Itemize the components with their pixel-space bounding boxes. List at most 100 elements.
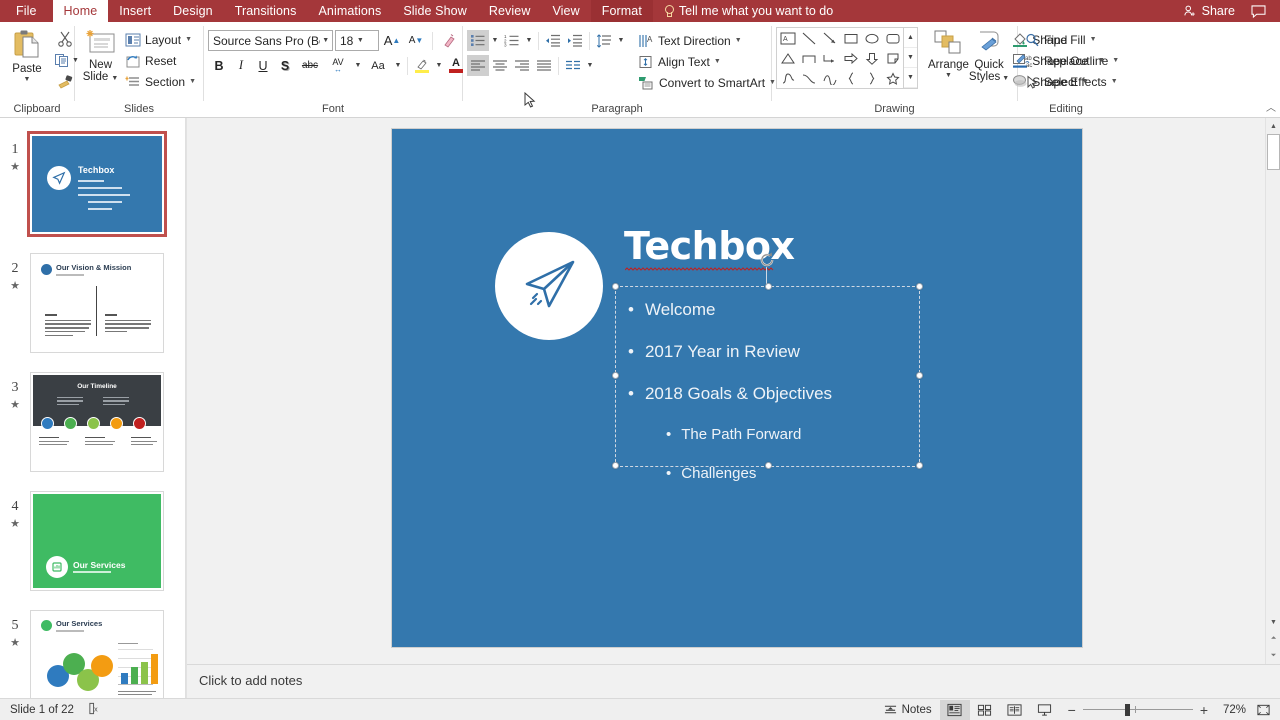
align-center-button[interactable]	[489, 55, 511, 76]
layout-button[interactable]: Layout ▼	[122, 29, 199, 50]
section-button[interactable]: Section ▼	[122, 71, 199, 92]
notes-toggle-button[interactable]: Notes	[876, 703, 940, 716]
shape-scribble[interactable]	[777, 68, 798, 88]
select-arrow[interactable]: ▼	[1081, 78, 1088, 85]
clear-formatting-button[interactable]	[438, 30, 460, 51]
align-left-button[interactable]	[467, 55, 489, 76]
thumbnail-slide-4[interactable]: 4 ★ Our Services	[0, 491, 185, 591]
next-slide-button[interactable]: ⏷	[1266, 648, 1280, 664]
font-size-combo[interactable]: 18 ▼	[335, 30, 379, 51]
fit-to-window-button[interactable]	[1252, 700, 1274, 720]
bullets-dropdown-arrow[interactable]: ▼	[489, 30, 501, 51]
zoom-slider-track[interactable]	[1082, 703, 1193, 716]
tab-transitions[interactable]: Transitions	[224, 0, 308, 22]
numbering-button[interactable]: 1 2 3	[501, 30, 523, 51]
tab-review[interactable]: Review	[478, 0, 542, 22]
new-slide-button[interactable]: New Slide ▼	[79, 25, 122, 83]
slide-scroll-down[interactable]: ▼	[1266, 614, 1280, 630]
shape-right-brace[interactable]	[861, 68, 882, 88]
text-highlight-button[interactable]	[411, 55, 433, 76]
shape-down-arrow[interactable]	[861, 48, 882, 68]
cut-button[interactable]	[55, 29, 75, 49]
rotation-handle[interactable]	[758, 251, 776, 269]
section-dropdown-arrow[interactable]: ▼	[189, 78, 196, 85]
thumbnail-frame-1[interactable]: Techbox	[27, 131, 167, 237]
resize-handle-bottom-left[interactable]	[612, 462, 619, 469]
align-text-button[interactable]: Align Text ▼	[635, 51, 779, 72]
resize-handle-middle-left[interactable]	[612, 372, 619, 379]
font-name-combo[interactable]: Source Sans Pro (Bod ▼	[208, 30, 333, 51]
thumbnail-frame-5[interactable]: Our Services	[30, 610, 164, 698]
format-painter-button[interactable]	[55, 71, 75, 91]
strikethrough-button[interactable]: abc	[296, 55, 324, 76]
tab-slide-show[interactable]: Slide Show	[392, 0, 478, 22]
reset-button[interactable]: Reset	[122, 50, 199, 71]
shape-rectangle[interactable]	[840, 28, 861, 48]
columns-button[interactable]	[562, 55, 584, 76]
slide-counter[interactable]: Slide 1 of 22	[10, 704, 74, 716]
numbering-dropdown-arrow[interactable]: ▼	[523, 30, 535, 51]
shape-freeform[interactable]	[819, 68, 840, 88]
change-case-button[interactable]: Aa	[364, 55, 392, 76]
accessibility-icon[interactable]: x	[88, 702, 101, 718]
slide-canvas[interactable]: Techbox • Welcome • 2017 Year in Review …	[392, 129, 1082, 647]
character-spacing-arrow[interactable]: ▼	[352, 55, 364, 76]
shape-oval[interactable]	[861, 28, 882, 48]
slide-scrollbar[interactable]: ▲ ▼ ⏶ ⏷	[1265, 118, 1280, 664]
italic-button[interactable]: I	[230, 55, 252, 76]
tab-home[interactable]: Home	[52, 0, 109, 22]
bullet-item[interactable]: • Welcome	[628, 299, 928, 320]
slide-scroll-up[interactable]: ▲	[1266, 118, 1280, 134]
slide-bullet-list[interactable]: • Welcome • 2017 Year in Review • 2018 G…	[628, 299, 928, 503]
tab-file[interactable]: File	[0, 0, 53, 22]
replace-arrow[interactable]: ▼	[1098, 57, 1105, 64]
increase-indent-button[interactable]	[564, 30, 586, 51]
convert-to-smartart-button[interactable]: Convert to SmartArt ▼	[635, 72, 779, 93]
decrease-font-size-button[interactable]: A ▼	[405, 30, 427, 51]
underline-button[interactable]: U	[252, 55, 274, 76]
slide-thumbnail-panel[interactable]: 1 ★ Techbox 2 ★ Our Vision & Mission 3 ★…	[0, 118, 186, 698]
tab-animations[interactable]: Animations	[307, 0, 392, 22]
arrange-button[interactable]: Arrange ▼	[928, 25, 969, 79]
text-direction-button[interactable]: A Text Direction ▼	[635, 30, 779, 51]
shape-left-brace[interactable]	[840, 68, 861, 88]
shape-line[interactable]	[798, 28, 819, 48]
find-button[interactable]: Find	[1022, 29, 1108, 50]
text-highlight-arrow[interactable]: ▼	[433, 55, 445, 76]
arrange-arrow[interactable]: ▼	[945, 72, 952, 79]
thumbnail-slide-5[interactable]: 5 ★ Our Services	[0, 610, 185, 698]
tab-design[interactable]: Design	[162, 0, 224, 22]
bullet-item[interactable]: • The Path Forward	[666, 425, 928, 444]
tab-format[interactable]: Format	[590, 0, 653, 22]
align-right-button[interactable]	[511, 55, 533, 76]
thumbnail-slide-1[interactable]: 1 ★ Techbox	[0, 131, 185, 237]
bullets-button[interactable]	[467, 30, 489, 51]
notes-pane[interactable]: Click to add notes	[187, 664, 1280, 698]
thumbnail-frame-2[interactable]: Our Vision & Mission	[30, 253, 164, 353]
share-button[interactable]: Share	[1177, 4, 1241, 18]
shape-textbox[interactable]: A	[777, 28, 798, 48]
shape-star[interactable]	[882, 68, 903, 88]
copy-button[interactable]	[52, 50, 72, 70]
shape-curve[interactable]	[798, 68, 819, 88]
collapse-ribbon-button[interactable]: ︿	[1266, 99, 1276, 114]
shapes-gallery-scroll[interactable]: ▲ ▼ ▼	[904, 27, 918, 89]
slide-logo[interactable]	[495, 232, 603, 340]
shapes-gallery[interactable]: A	[776, 27, 904, 89]
thumbnail-slide-3[interactable]: 3 ★ Our Timeline	[0, 372, 185, 472]
bullet-item[interactable]: • 2017 Year in Review	[628, 341, 928, 362]
bullet-item[interactable]: • 2018 Goals & Objectives	[628, 383, 928, 404]
select-button[interactable]: Select ▼	[1022, 71, 1108, 92]
zoom-in-button[interactable]: +	[1200, 702, 1208, 718]
shape-arrow[interactable]	[819, 28, 840, 48]
comments-button[interactable]	[1245, 4, 1272, 18]
zoom-slider-knob[interactable]	[1124, 703, 1130, 716]
resize-handle-top-right[interactable]	[916, 283, 923, 290]
paste-dropdown-arrow[interactable]: ▼	[24, 76, 31, 83]
previous-slide-button[interactable]: ⏶	[1266, 631, 1280, 647]
tab-insert[interactable]: Insert	[108, 0, 162, 22]
resize-handle-top-left[interactable]	[612, 283, 619, 290]
zoom-level-label[interactable]: 72%	[1216, 704, 1246, 716]
slide-sorter-view-button[interactable]	[970, 700, 1000, 720]
shapes-scroll-down[interactable]: ▼	[904, 48, 917, 68]
